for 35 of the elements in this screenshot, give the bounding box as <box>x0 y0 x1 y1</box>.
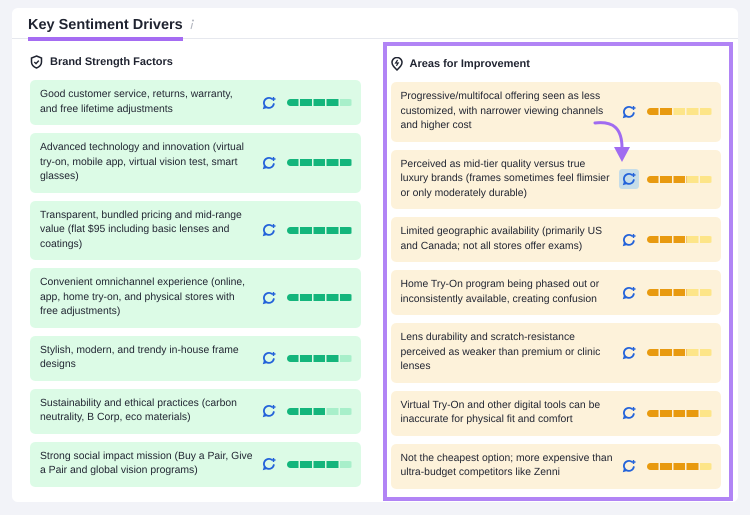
score-meter <box>286 354 352 362</box>
driver-text: Strong social impact mission (Buy a Pair, Give a Pair and global vision programs) <box>40 450 252 478</box>
panel-title: Brand Strength Factors <box>50 56 173 68</box>
score-meter <box>647 108 713 116</box>
driver-text: Perceived as mid-tier quality versus true luxury brands (frames sometimes feel flimsier or only moderately durable) <box>400 158 611 200</box>
regenerate-icon[interactable] <box>619 169 639 190</box>
annotation-arrow <box>593 120 633 164</box>
driver-text: Home Try-On program being phased out or inconsistently available, creating confusion <box>400 278 600 306</box>
driver-text: Sustainability and ethical practices (carbon neutrality, B Corp, eco materials) <box>40 396 238 425</box>
score-meter <box>286 408 352 414</box>
driver-text: Progressive/multifocal offering seen as less customized, with narrower viewing channels and higher cost <box>400 90 604 133</box>
driver-text: Lens durability and scratch-resistance perceived as weaker than premium or clinic lenses <box>400 331 602 374</box>
score-meter <box>286 460 352 468</box>
driver-text: Not the cheapest option; more expensive than ultra-budget competitors like Zenni <box>400 452 613 480</box>
score-meter <box>647 462 713 470</box>
panel-title: Areas for Improvement <box>410 58 530 70</box>
score-meter <box>647 236 713 243</box>
shield-check-icon <box>30 55 43 69</box>
driver-text: Stylish, modern, and trendy in-house frame designs <box>40 344 240 372</box>
driver-text: Limited geographic availability (primarily US and Canada; not all stores offer exams) <box>400 225 604 254</box>
driver-text: Transparent, bundled pricing and mid-range value (flat $95 including basic lenses and coatings) <box>40 208 243 252</box>
score-meter <box>647 176 713 183</box>
score-meter <box>647 289 713 296</box>
score-meter <box>647 349 713 356</box>
driver-text: Good customer service, returns, warranty, and free lifetime adjustments <box>40 88 234 116</box>
driver-text: Convenient omnichannel experience (online, app, home try-on, and physical stores with free adjustments) <box>40 276 246 319</box>
driver-text: Virtual Try-On and other digital tools can be inaccurate for physical fit and comfort <box>400 398 602 427</box>
score-meter <box>286 226 352 234</box>
section-tab[interactable]: Key Sentiment Drivers <box>28 16 183 41</box>
location-pin-icon <box>390 57 402 71</box>
driver-text: Advanced technology and innovation (virtual try-on, mobile app, virtual vision test, smart glasses) <box>40 141 245 184</box>
score-meter <box>286 294 352 302</box>
score-meter <box>647 410 713 416</box>
score-meter <box>286 159 352 166</box>
score-meter <box>286 99 352 106</box>
